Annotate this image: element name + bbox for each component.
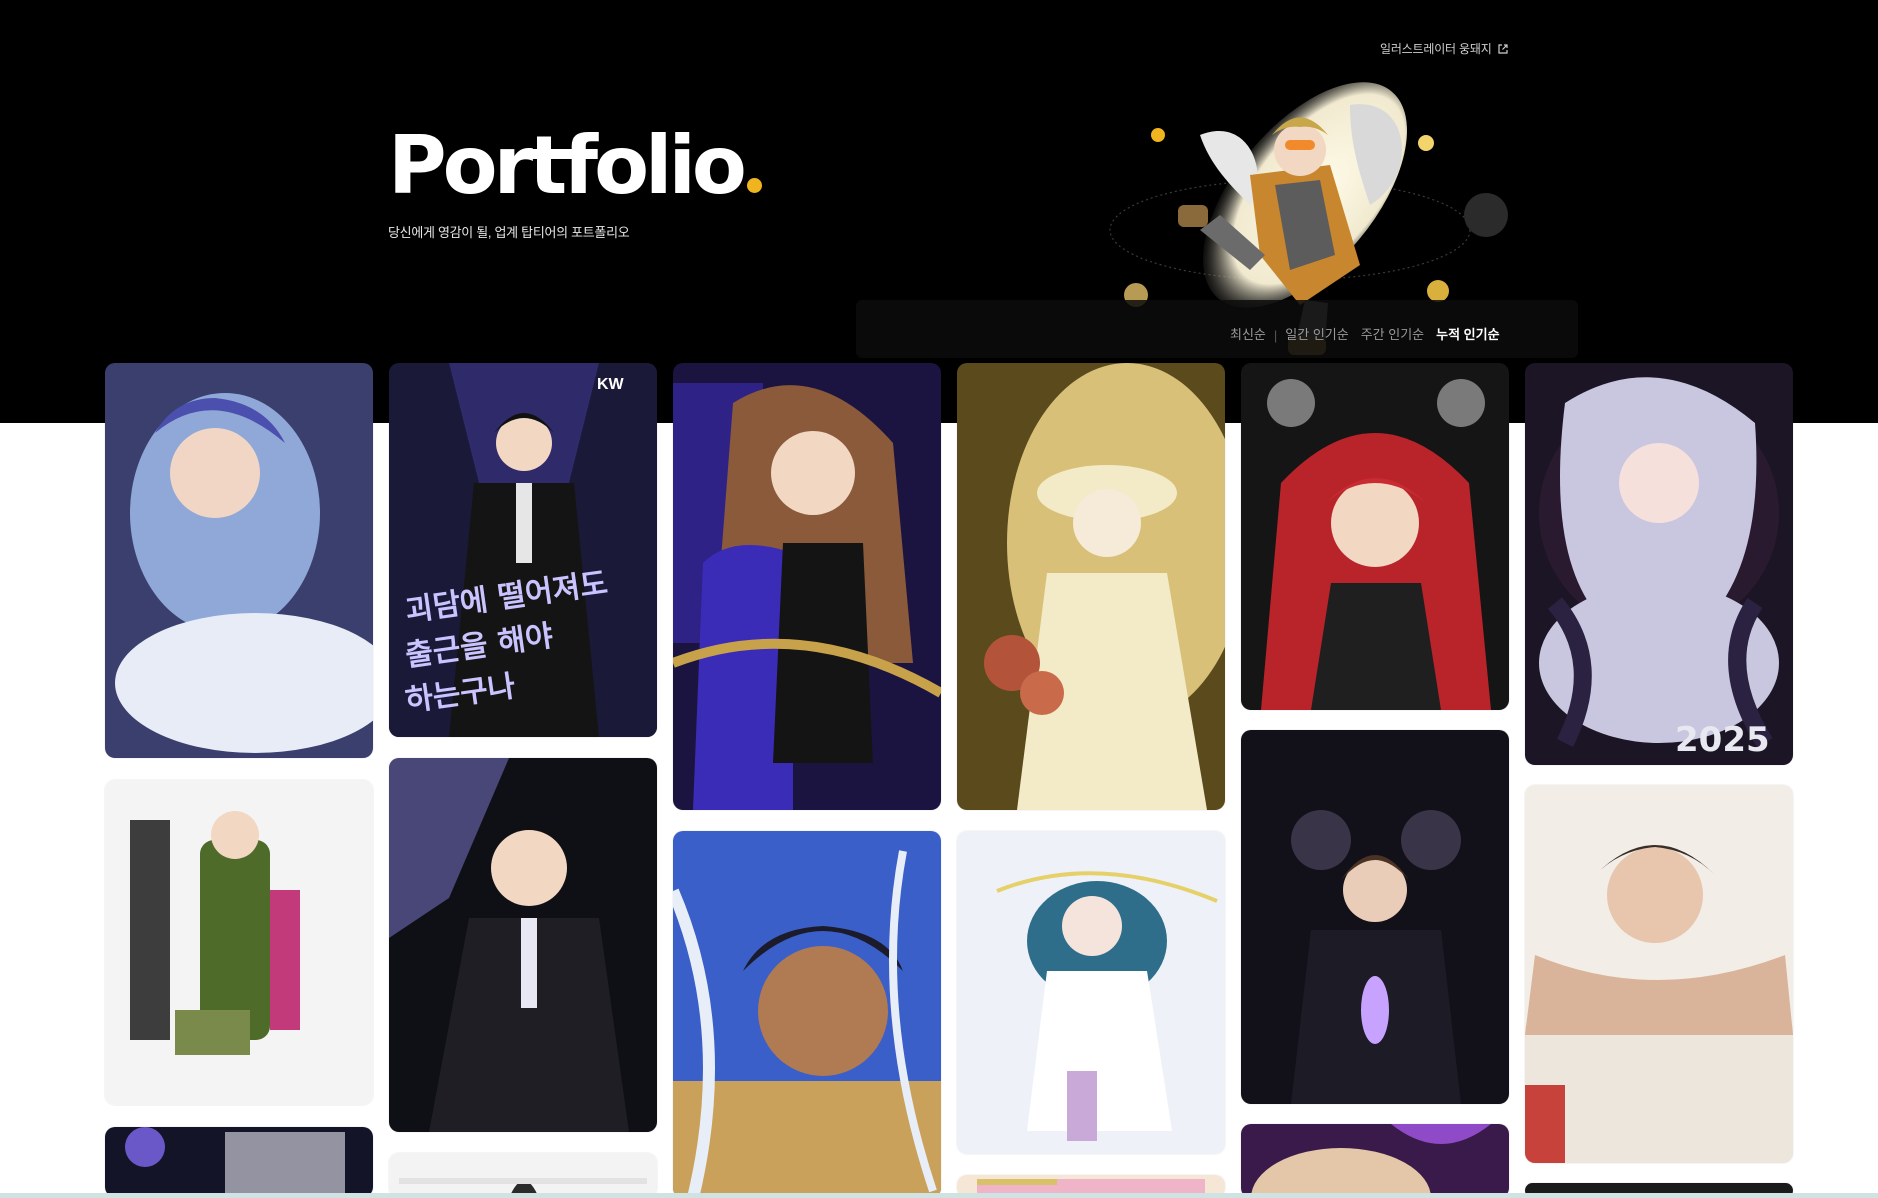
portfolio-card[interactable] (673, 363, 941, 810)
portfolio-card[interactable] (1241, 730, 1509, 1104)
external-link-icon (1497, 43, 1508, 54)
artwork-image (1525, 785, 1793, 1163)
portfolio-card[interactable] (673, 831, 941, 1198)
portfolio-card[interactable] (957, 831, 1225, 1154)
portfolio-card[interactable] (389, 758, 657, 1132)
sort-weekly-popular[interactable]: 주간 인기순 (1355, 326, 1430, 344)
portfolio-card[interactable] (105, 363, 373, 758)
artwork-image (1241, 363, 1509, 710)
page-bottom-strip (0, 1193, 1878, 1198)
artwork-image (1241, 730, 1509, 1104)
portfolio-card[interactable] (957, 363, 1225, 810)
publisher-badge: KW (597, 376, 625, 393)
portfolio-card[interactable] (1241, 1124, 1509, 1198)
artwork-image (105, 780, 373, 1105)
portfolio-card[interactable]: 2025 (1525, 363, 1793, 765)
artwork-image: KW 괴담에 떨어져도 출근을 해야 하는구나 (389, 363, 657, 737)
page-subtitle: 당신에게 영감이 될, 업계 탑티어의 포트폴리오 (388, 225, 630, 240)
page-title: Portfolio (388, 126, 762, 206)
artwork-image (105, 1127, 373, 1197)
artwork-image (673, 363, 941, 810)
sort-daily-popular[interactable]: 일간 인기순 (1279, 326, 1354, 344)
portfolio-card[interactable] (1525, 785, 1793, 1163)
page-title-text: Portfolio (388, 119, 747, 212)
artwork-image (389, 758, 657, 1132)
artwork-image (957, 831, 1225, 1154)
portfolio-card[interactable] (105, 780, 373, 1105)
artwork-image (1241, 1124, 1509, 1198)
artwork-year-label: 2025 (1675, 720, 1770, 760)
sort-latest[interactable]: 최신순 (1224, 326, 1272, 344)
brand-block: Portfolio 당신에게 영감이 될, 업계 탑티어의 포트폴리오 (388, 126, 762, 241)
portfolio-card[interactable] (105, 1127, 373, 1197)
sort-tabs: 최신순 | 일간 인기순 주간 인기순 누적 인기순 (856, 300, 1578, 358)
sort-divider: | (1273, 327, 1278, 343)
artwork-image (957, 363, 1225, 810)
artwork-image: 2025 (1525, 363, 1793, 765)
artwork-image (389, 1153, 657, 1198)
artwork-image (673, 831, 941, 1198)
hero-banner: 일러스트레이터 웅돼지 Portfolio 당신에게 영감이 될, 업계 탑티어… (0, 0, 1878, 423)
portfolio-card[interactable]: KW 괴담에 떨어져도 출근을 해야 하는구나 (389, 363, 657, 737)
sort-cumulative-popular[interactable]: 누적 인기순 (1430, 326, 1505, 344)
artwork-image (105, 363, 373, 758)
title-accent-dot (746, 178, 762, 193)
portfolio-card[interactable] (389, 1153, 657, 1198)
portfolio-card[interactable] (1241, 363, 1509, 710)
